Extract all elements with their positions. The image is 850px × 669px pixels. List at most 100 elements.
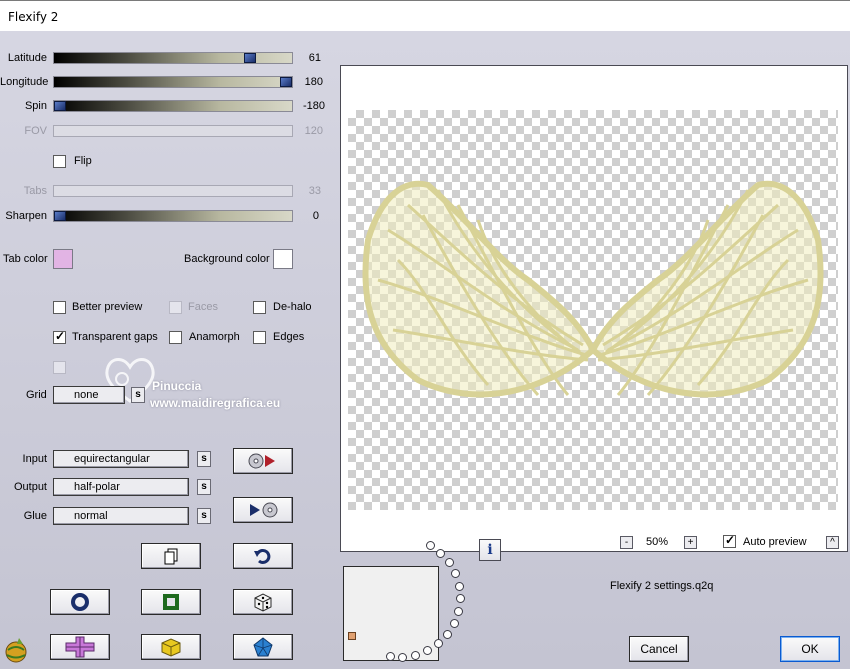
navigator-corner-marker[interactable] <box>348 632 356 640</box>
undo-arrow-icon <box>254 548 271 564</box>
blue-pentagon-icon <box>253 637 273 657</box>
flip-checkbox[interactable] <box>53 155 66 168</box>
navigator-dot <box>386 652 395 661</box>
spin-slider[interactable] <box>53 100 293 112</box>
glue-s-button[interactable]: s <box>197 508 211 524</box>
sharpen-value: 0 <box>312 210 319 222</box>
ring-icon <box>71 593 89 611</box>
spin-value: -180 <box>302 100 325 112</box>
navigator-dot <box>445 558 454 567</box>
sharpen-slider-thumb[interactable] <box>54 211 66 221</box>
anamorph-checkbox[interactable] <box>169 331 182 344</box>
tabs-slider <box>53 185 293 197</box>
flip-label: Flip <box>74 155 92 167</box>
zoom-out-button[interactable]: - <box>620 536 633 549</box>
check-mark-icon: ✓ <box>725 533 736 547</box>
title-bar: Flexify 2 <box>0 0 850 31</box>
preview-panel[interactable] <box>340 65 848 552</box>
glue-label: Glue <box>23 510 47 522</box>
background-color-swatch[interactable] <box>273 249 293 269</box>
navigator-dot <box>455 582 464 591</box>
undo-button[interactable] <box>233 543 293 569</box>
edges-label: Edges <box>273 331 305 343</box>
tab-color-swatch[interactable] <box>53 249 73 269</box>
sharpen-slider[interactable] <box>53 210 293 222</box>
dialog-body: Latitude 61 Longitude 180 Spin -180 FOV … <box>0 31 850 669</box>
yellow-cube-icon <box>161 638 181 657</box>
navigator-dot <box>434 639 443 648</box>
navigator-dot <box>426 541 435 550</box>
tabs-label: Tabs <box>23 185 47 197</box>
faces-checkbox <box>169 301 182 314</box>
cross-shape-button[interactable] <box>50 634 110 660</box>
spin-label: Spin <box>24 100 47 112</box>
grid-s-button[interactable]: s <box>131 387 145 403</box>
square-frame-icon <box>163 594 179 610</box>
navigator-dot <box>423 646 432 655</box>
zoom-level: 50% <box>646 536 669 548</box>
settings-filename: Flexify 2 settings.q2q <box>610 580 714 592</box>
latitude-value: 61 <box>308 52 321 64</box>
navigator-dot <box>451 569 460 578</box>
info-button[interactable]: i <box>479 539 501 561</box>
ok-button[interactable]: OK <box>780 636 840 662</box>
auto-preview-label: Auto preview <box>743 536 807 548</box>
output-combo[interactable]: half-polar <box>53 478 189 496</box>
glue-combo[interactable]: normal <box>53 507 189 525</box>
input-label: Input <box>22 453 47 465</box>
longitude-value: 180 <box>304 76 323 88</box>
better-preview-label: Better preview <box>72 301 143 313</box>
flexify-globe-logo-icon[interactable] <box>3 636 29 664</box>
info-icon: i <box>487 542 493 558</box>
dice-icon <box>254 593 272 612</box>
output-label: Output <box>13 481 47 493</box>
longitude-slider-thumb[interactable] <box>280 77 292 87</box>
sharpen-label: Sharpen <box>5 210 47 222</box>
background-color-label: Background color <box>184 253 270 265</box>
grid-label: Grid <box>26 389 47 401</box>
copy-button[interactable] <box>141 543 201 569</box>
save-preset-button[interactable] <box>233 448 293 474</box>
longitude-label: Longitude <box>0 76 49 88</box>
cd-play-icon <box>250 502 278 518</box>
watermark-url: www.maidiregrafica.eu <box>150 396 281 410</box>
navigator-dot <box>454 607 463 616</box>
navigator-dot <box>450 619 459 628</box>
navigator-dot <box>398 653 407 662</box>
edges-checkbox[interactable] <box>253 331 266 344</box>
cube-shape-button[interactable] <box>141 634 201 660</box>
random-dice-button[interactable] <box>233 589 293 615</box>
collapse-toggle-button[interactable]: ^ <box>826 536 839 549</box>
output-s-button[interactable]: s <box>197 479 211 495</box>
ring-shape-button[interactable] <box>50 589 110 615</box>
cancel-button[interactable]: Cancel <box>629 636 689 662</box>
load-preset-button[interactable] <box>233 497 293 523</box>
fov-value: 120 <box>304 125 323 137</box>
de-halo-checkbox[interactable] <box>253 301 266 314</box>
zoom-in-button[interactable]: + <box>684 536 697 549</box>
grid-combo[interactable]: none <box>53 386 125 404</box>
latitude-label: Latitude <box>7 52 47 64</box>
better-preview-checkbox[interactable] <box>53 301 66 314</box>
copy-pages-icon <box>164 548 178 565</box>
latitude-slider[interactable] <box>53 52 293 64</box>
longitude-slider[interactable] <box>53 76 293 88</box>
navigator-dot <box>436 549 445 558</box>
flexified-shape-preview <box>362 180 824 398</box>
transparent-gaps-checkbox[interactable]: ✓ <box>53 329 66 344</box>
navigator-dot <box>456 594 465 603</box>
input-s-button[interactable]: s <box>197 451 211 467</box>
latitude-slider-thumb[interactable] <box>244 53 256 63</box>
navigator-dot <box>443 630 452 639</box>
cd-record-icon <box>248 453 275 469</box>
window-title: Flexify 2 <box>8 10 59 24</box>
tabs-value: 33 <box>308 185 321 197</box>
fov-slider <box>53 125 293 137</box>
extra-disabled-checkbox <box>53 361 66 374</box>
input-combo[interactable]: equirectangular <box>53 450 189 468</box>
square-frame-button[interactable] <box>141 589 201 615</box>
auto-preview-checkbox[interactable]: ✓ <box>723 533 736 548</box>
check-mark-icon: ✓ <box>55 329 66 343</box>
spin-slider-thumb[interactable] <box>54 101 66 111</box>
pentagon-shape-button[interactable] <box>233 634 293 660</box>
